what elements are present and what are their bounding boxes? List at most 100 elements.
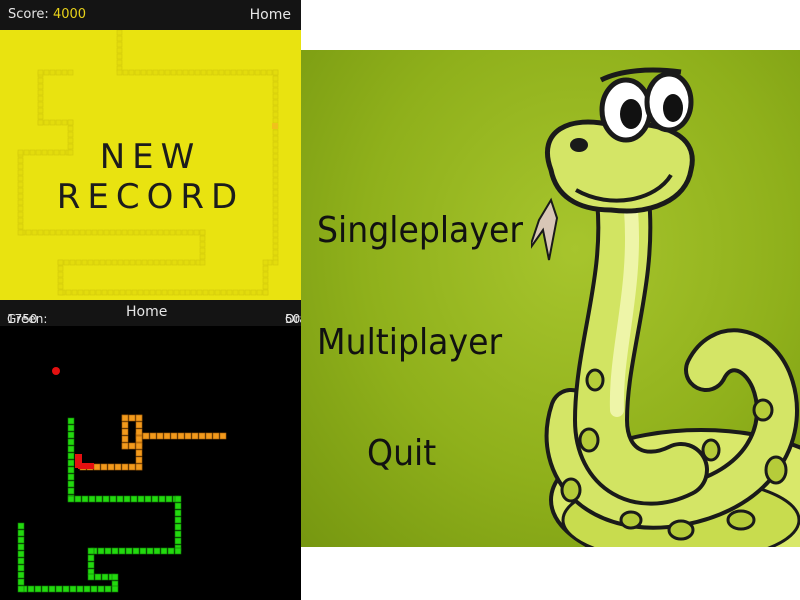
snake-segment bbox=[175, 229, 182, 236]
snake-segment bbox=[158, 495, 166, 503]
snake-segment bbox=[182, 69, 189, 76]
orange-score-value: 500 bbox=[285, 312, 301, 326]
snake-segment bbox=[57, 283, 64, 290]
snake-segment bbox=[67, 452, 75, 460]
snake-segment bbox=[121, 463, 129, 471]
snake-segment bbox=[17, 223, 24, 230]
singleplayer-game-screen: Score: 4000 Home NEW RECORD bbox=[0, 0, 301, 300]
snake-segment bbox=[57, 277, 64, 284]
snake-segment bbox=[57, 259, 64, 266]
snake-segment bbox=[196, 289, 203, 296]
snake-segment bbox=[65, 289, 72, 296]
snake-segment bbox=[57, 265, 64, 272]
snake-segment bbox=[87, 259, 94, 266]
snake-segment bbox=[55, 69, 62, 76]
snake-segment bbox=[17, 536, 25, 544]
snake-segment bbox=[272, 93, 279, 100]
snake-segment bbox=[75, 259, 82, 266]
snake-segment bbox=[174, 502, 182, 510]
snake-segment bbox=[104, 585, 112, 593]
multiplayer-button[interactable]: Multiplayer bbox=[317, 322, 502, 363]
snake-segment bbox=[87, 561, 95, 569]
snake-segment bbox=[121, 435, 129, 443]
snake-segment bbox=[123, 259, 130, 266]
snake-segment bbox=[128, 69, 135, 76]
snake-segment bbox=[95, 495, 103, 503]
snake-segment bbox=[152, 69, 159, 76]
snake-segment bbox=[93, 463, 101, 471]
snake-segment bbox=[262, 271, 269, 278]
snake-segment bbox=[142, 432, 150, 440]
snake-segment bbox=[177, 432, 185, 440]
food-dot bbox=[52, 367, 60, 375]
snake-segment bbox=[139, 547, 147, 555]
snake-segment bbox=[183, 259, 190, 266]
snake-segment bbox=[199, 241, 206, 248]
snake-segment bbox=[49, 229, 56, 236]
snake-segment bbox=[121, 428, 129, 436]
snake-segment bbox=[135, 435, 143, 443]
cartoon-snake-illustration bbox=[531, 67, 800, 547]
snake-segment bbox=[62, 585, 70, 593]
snake-segment bbox=[159, 259, 166, 266]
snake-segment bbox=[123, 495, 131, 503]
snake-segment bbox=[176, 69, 183, 76]
snake-segment bbox=[67, 438, 75, 446]
snake-segment bbox=[25, 229, 32, 236]
snake-green bbox=[17, 417, 182, 593]
snake-segment bbox=[238, 289, 245, 296]
snake-segment bbox=[17, 564, 25, 572]
snake-segment bbox=[17, 571, 25, 579]
snake-segment bbox=[272, 111, 279, 118]
food-dot bbox=[272, 123, 278, 129]
snake-segment bbox=[193, 229, 200, 236]
snake-segment bbox=[90, 585, 98, 593]
snake-segment bbox=[133, 229, 140, 236]
snake-segment bbox=[37, 69, 44, 76]
snake-segment bbox=[111, 259, 118, 266]
home-button[interactable]: Home bbox=[250, 7, 291, 23]
snake-segment bbox=[43, 229, 50, 236]
snake-segment bbox=[37, 229, 44, 236]
snake-segment bbox=[115, 229, 122, 236]
snake-segment bbox=[174, 509, 182, 517]
snake-segment bbox=[144, 495, 152, 503]
snake-segment bbox=[218, 69, 225, 76]
snake-segment bbox=[121, 229, 128, 236]
snake-segment bbox=[67, 459, 75, 467]
snake-segment bbox=[266, 69, 273, 76]
snake-segment bbox=[242, 69, 249, 76]
quit-button[interactable]: Quit bbox=[367, 433, 436, 474]
snake-segment bbox=[119, 289, 126, 296]
snake-segment bbox=[272, 225, 279, 232]
snake-segment bbox=[137, 495, 145, 503]
snake-segment bbox=[118, 547, 126, 555]
snake-segment bbox=[135, 428, 143, 436]
snake-segment bbox=[41, 585, 49, 593]
snake-segment bbox=[190, 289, 197, 296]
snake-segment bbox=[230, 69, 237, 76]
snake-segment bbox=[170, 432, 178, 440]
home-button[interactable]: Home bbox=[126, 304, 167, 320]
snake-segment bbox=[76, 585, 84, 593]
snake-segment bbox=[117, 259, 124, 266]
snake-segment bbox=[212, 432, 220, 440]
snake-segment bbox=[77, 289, 84, 296]
snake-segment bbox=[262, 265, 269, 272]
snake-segment bbox=[111, 573, 119, 581]
snake-segment bbox=[167, 289, 174, 296]
snake-segment bbox=[17, 543, 25, 551]
snake-segment bbox=[17, 578, 25, 586]
snake-segment bbox=[104, 547, 112, 555]
snake-segment bbox=[254, 69, 261, 76]
singleplayer-button[interactable]: Singleplayer bbox=[317, 210, 523, 251]
snake-segment bbox=[67, 466, 75, 474]
snake-segment bbox=[83, 289, 90, 296]
snake-segment bbox=[272, 237, 279, 244]
snake-segment bbox=[272, 69, 279, 76]
snake-segment bbox=[97, 585, 105, 593]
snake-segment bbox=[67, 69, 74, 76]
snake-segment bbox=[161, 289, 168, 296]
snake-segment bbox=[272, 249, 279, 256]
snake-segment bbox=[135, 442, 143, 450]
